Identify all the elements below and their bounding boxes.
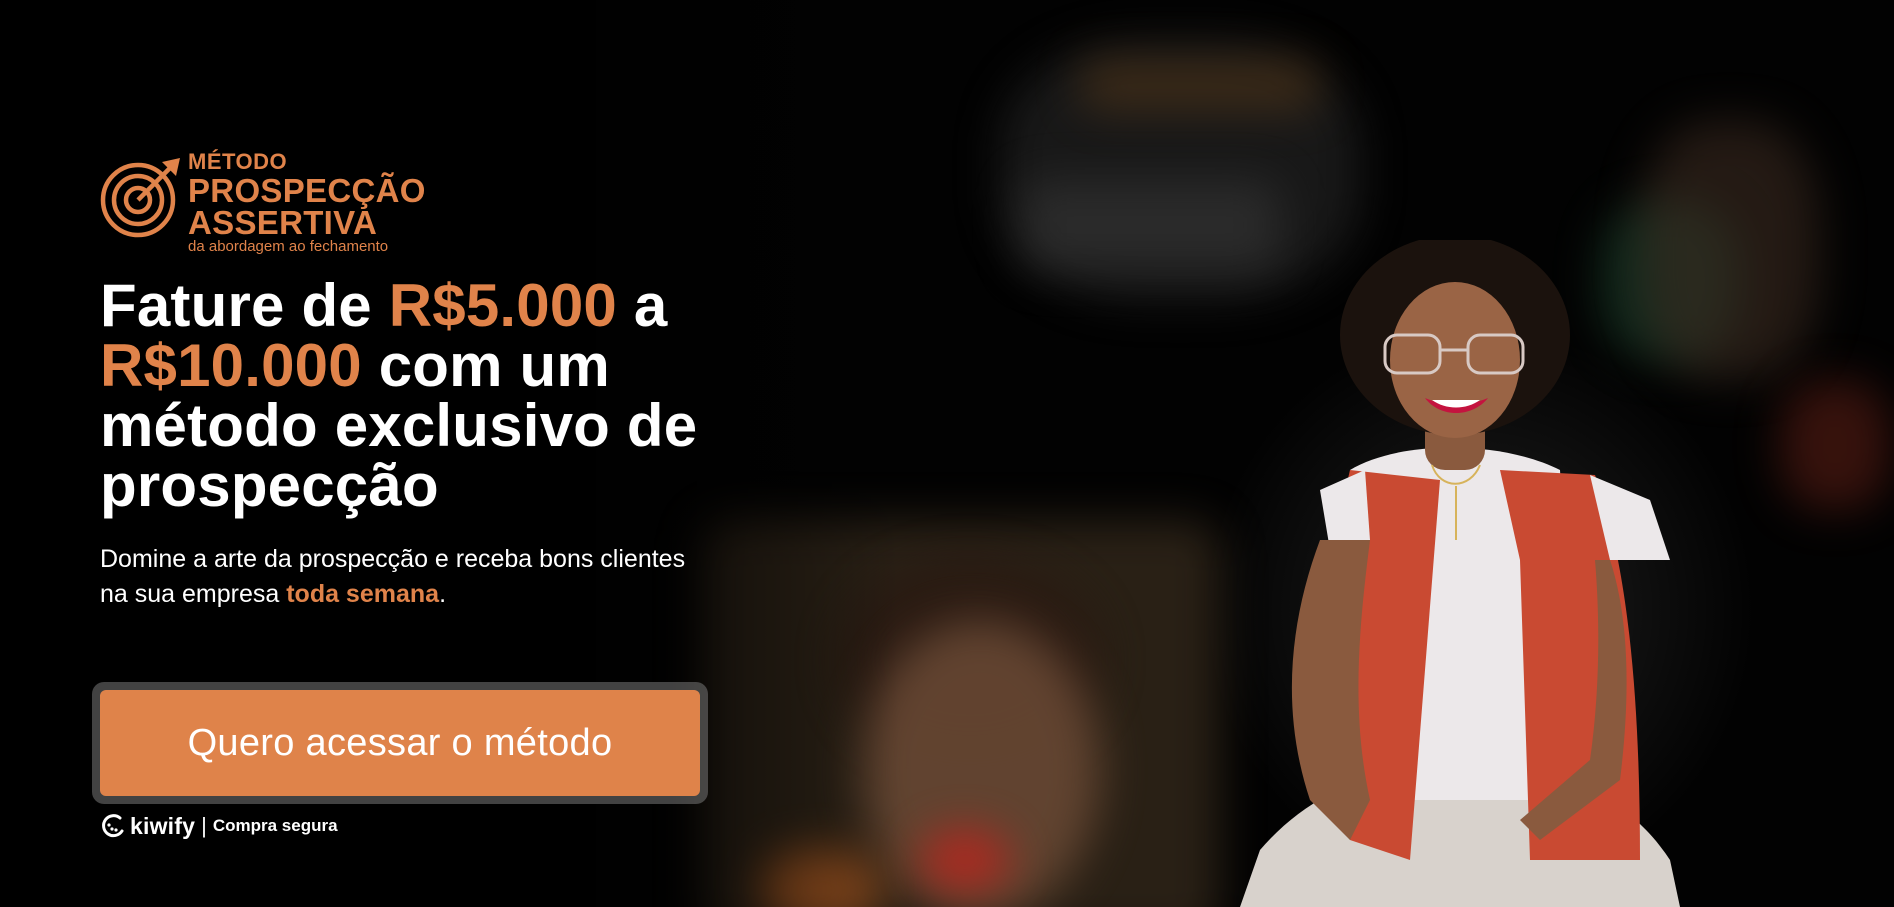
headline-text-1: Fature de	[100, 272, 389, 339]
access-method-button[interactable]: Quero acessar o método	[100, 690, 700, 796]
logo-line-2: PROSPECÇÃO	[188, 172, 426, 209]
secure-checkout-badge: kiwify | Compra segura	[100, 812, 338, 840]
logo-wordmark: MÉTODO PROSPECÇÃO ASSERTIVA da abordagem…	[188, 150, 426, 255]
logo-tagline: da abordagem ao fechamento	[188, 238, 389, 255]
secure-purchase-label: Compra segura	[212, 816, 338, 835]
background-blur-sign	[1080, 60, 1320, 110]
subheadline-end: .	[439, 580, 447, 608]
background-blur-red	[1780, 380, 1890, 510]
separator: |	[201, 813, 207, 838]
cta-frame: Quero acessar o método	[92, 682, 708, 804]
headline-text-4: método exclusivo de	[100, 392, 698, 459]
hero-headline: Fature de R$5.000 a R$10.000 com um méto…	[100, 276, 800, 516]
logo-line-3: ASSERTIVA	[188, 204, 378, 241]
brand-logo: MÉTODO PROSPECÇÃO ASSERTIVA da abordagem…	[100, 150, 440, 260]
logo-line-1: MÉTODO	[188, 149, 288, 174]
subheadline-highlight: toda semana	[286, 580, 440, 608]
kiwify-logo-icon	[102, 814, 124, 838]
headline-amount-2: R$10.000	[100, 332, 362, 399]
background-blur-lips	[920, 830, 1010, 890]
headline-text-2: a	[616, 272, 668, 339]
headline-amount-1: R$5.000	[388, 272, 617, 339]
presenter-photo	[1240, 240, 1680, 907]
headline-text-3: com um	[361, 332, 610, 399]
kiwify-brand-name: kiwify	[130, 812, 196, 839]
target-arrow-icon	[100, 158, 180, 238]
headline-text-5: prospecção	[100, 452, 439, 519]
hero-subheadline: Domine a arte da prospecção e receba bon…	[100, 542, 700, 612]
